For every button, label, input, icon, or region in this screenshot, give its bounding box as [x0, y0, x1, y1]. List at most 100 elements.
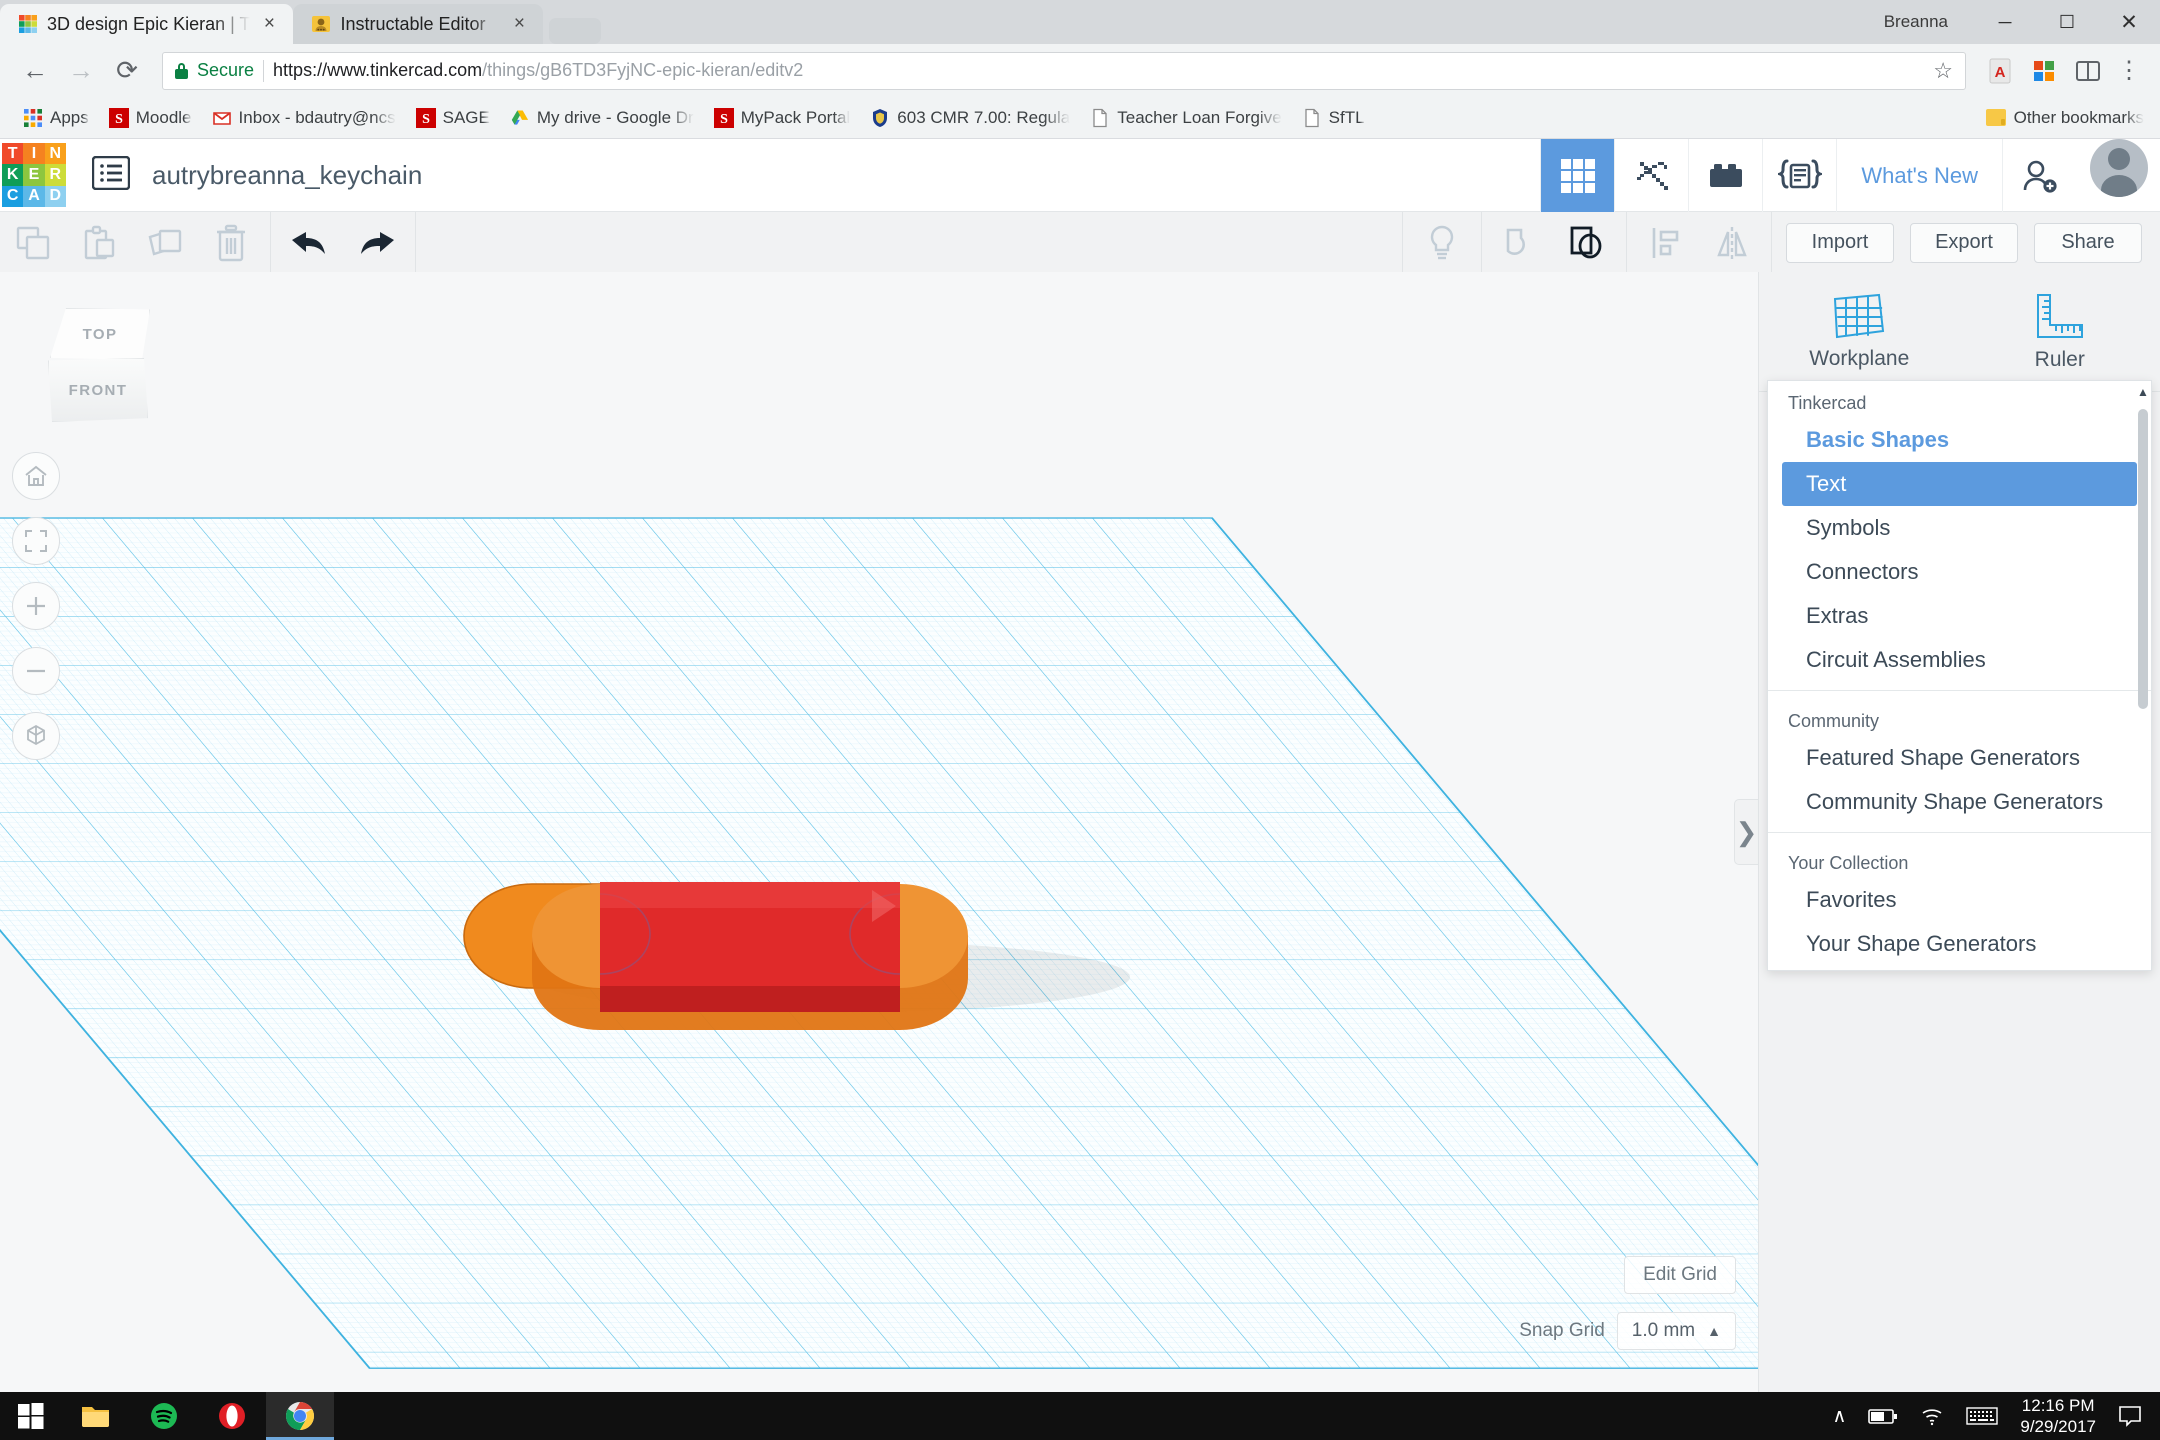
- redo-icon[interactable]: [352, 219, 400, 267]
- panel-tools: Workplane Ruler: [1759, 272, 2160, 392]
- adobe-acrobat-extension-icon[interactable]: A: [1980, 51, 2020, 91]
- bookmark-mypack-portal[interactable]: S MyPack Portal: [705, 104, 860, 132]
- import-button[interactable]: Import: [1786, 223, 1894, 263]
- snap-grid-value[interactable]: 1.0 mm ▲: [1617, 1312, 1736, 1350]
- logo-letter: K: [2, 164, 23, 185]
- window-minimize-button[interactable]: ─: [1974, 0, 2036, 44]
- bookmark-teacher-loan-forgiveness[interactable]: Teacher Loan Forgive: [1081, 104, 1290, 132]
- grid-blocks-icon[interactable]: [1540, 139, 1614, 212]
- edit-grid-button[interactable]: Edit Grid: [1624, 1256, 1736, 1294]
- ungroup-icon[interactable]: [1563, 219, 1611, 267]
- office-extension-icon[interactable]: [2024, 51, 2064, 91]
- dropdown-item-community-shape-generators[interactable]: Community Shape Generators: [1768, 780, 2151, 824]
- back-icon[interactable]: ←: [14, 50, 56, 92]
- collapse-panel-handle[interactable]: ❯: [1734, 799, 1758, 865]
- dropdown-item-basic-shapes[interactable]: Basic Shapes: [1768, 418, 2151, 462]
- copy-icon[interactable]: [9, 219, 57, 267]
- dropdown-item-your-shape-generators[interactable]: Your Shape Generators: [1768, 922, 2151, 966]
- window-close-button[interactable]: ✕: [2098, 0, 2160, 44]
- zoom-in-icon[interactable]: [12, 582, 60, 630]
- home-view-icon[interactable]: [12, 452, 60, 500]
- new-tab-button[interactable]: [549, 18, 601, 44]
- export-button[interactable]: Export: [1910, 223, 2018, 263]
- dropdown-item-text[interactable]: Text: [1782, 462, 2137, 506]
- dropdown-item-featured-shape-generators[interactable]: Featured Shape Generators: [1768, 736, 2151, 780]
- design-viewport[interactable]: TOP FRONT Edit Grid Snap Grid 1.0 mm ▲ ❯: [0, 272, 1758, 1392]
- dropdown-item-extras[interactable]: Extras: [1768, 594, 2151, 638]
- browser-tab-1[interactable]: Instructable Editor ×: [293, 4, 543, 44]
- keyboard-icon[interactable]: [1966, 1406, 1998, 1426]
- bookmark-inbox[interactable]: Inbox - bdautry@ncs: [203, 104, 405, 132]
- workplane-tool[interactable]: Workplane: [1759, 272, 1960, 391]
- duplicate-icon[interactable]: [141, 219, 189, 267]
- chrome-profile-name[interactable]: Breanna: [1884, 12, 1948, 32]
- dropdown-item-symbols[interactable]: Symbols: [1768, 506, 2151, 550]
- taskbar-clock[interactable]: 12:16 PM 9/29/2017: [2020, 1395, 2096, 1438]
- bookmark-apps[interactable]: Apps: [14, 104, 98, 132]
- address-bar[interactable]: Secure https://www.tinkercad.com/things/…: [162, 52, 1966, 90]
- chrome-menu-icon[interactable]: ⋮: [2112, 56, 2146, 85]
- codeblocks-icon[interactable]: [1762, 139, 1836, 212]
- ortho-perspective-icon[interactable]: [12, 712, 60, 760]
- fit-to-view-icon[interactable]: [12, 517, 60, 565]
- undo-icon[interactable]: [286, 219, 334, 267]
- chrome-icon[interactable]: [266, 1392, 334, 1440]
- opera-icon[interactable]: [198, 1392, 266, 1440]
- other-bookmarks-label: Other bookmarks: [2014, 108, 2144, 128]
- view-cube-front[interactable]: FRONT: [48, 358, 148, 422]
- notification-icon[interactable]: [2118, 1405, 2142, 1427]
- align-icon[interactable]: [1642, 219, 1690, 267]
- bookmark-moodle[interactable]: S Moodle: [100, 104, 201, 132]
- delete-icon[interactable]: [207, 219, 255, 267]
- pickaxe-icon[interactable]: [1614, 139, 1688, 212]
- tab-close-icon[interactable]: ×: [259, 13, 279, 35]
- add-user-icon[interactable]: [2002, 139, 2076, 212]
- ncsu-icon: S: [714, 108, 734, 128]
- view-cube-top[interactable]: TOP: [50, 308, 150, 360]
- shape-category-dropdown[interactable]: Tinkercad Basic Shapes Text Symbols Conn…: [1767, 380, 2152, 971]
- spotify-icon[interactable]: [130, 1392, 198, 1440]
- zoom-out-icon[interactable]: [12, 647, 60, 695]
- mirror-icon[interactable]: [1708, 219, 1756, 267]
- tab-close-icon[interactable]: ×: [509, 13, 529, 35]
- scrollbar-thumb[interactable]: [2138, 409, 2148, 709]
- file-explorer-icon[interactable]: [62, 1392, 130, 1440]
- window-maximize-button[interactable]: ☐: [2036, 0, 2098, 44]
- bookmark-603-cmr[interactable]: 603 CMR 7.00: Regula: [861, 104, 1079, 132]
- bookmark-sftl[interactable]: SfTL: [1293, 104, 1374, 132]
- bookmark-sage[interactable]: S SAGE: [407, 104, 499, 132]
- page-title[interactable]: autrybreanna_keychain: [152, 160, 422, 191]
- whats-new-link[interactable]: What's New: [1836, 139, 2002, 212]
- dropdown-item-circuit-assemblies[interactable]: Circuit Assemblies: [1768, 638, 2151, 682]
- dropdown-scrollbar[interactable]: ▲: [2137, 385, 2149, 966]
- avatar[interactable]: [2090, 139, 2148, 197]
- share-button[interactable]: Share: [2034, 223, 2142, 263]
- forward-icon[interactable]: →: [60, 50, 102, 92]
- tinkercad-logo[interactable]: T I N K E R C A D: [2, 143, 66, 207]
- paste-icon[interactable]: [75, 219, 123, 267]
- view-cube-front-label: FRONT: [69, 382, 128, 399]
- scroll-up-arrow-icon[interactable]: ▲: [2137, 385, 2149, 399]
- bookmark-star-icon[interactable]: ☆: [1933, 58, 1953, 84]
- brick-icon[interactable]: [1688, 139, 1762, 212]
- dropdown-item-favorites[interactable]: Favorites: [1768, 878, 2151, 922]
- list-menu-icon[interactable]: [92, 156, 130, 195]
- group-icon[interactable]: [1497, 219, 1545, 267]
- show-hidden-icons[interactable]: ∧: [1832, 1405, 1846, 1428]
- battery-icon[interactable]: [1868, 1408, 1898, 1425]
- reload-icon[interactable]: ⟳: [106, 50, 148, 92]
- windows-start-icon[interactable]: [0, 1392, 62, 1440]
- browser-tab-0[interactable]: 3D design Epic Kieran | T ×: [0, 4, 293, 44]
- browser-tab-strip: 3D design Epic Kieran | T × Instructable…: [0, 0, 2160, 44]
- ncsu-icon: S: [416, 108, 436, 128]
- light-bulb-icon[interactable]: [1418, 219, 1466, 267]
- other-bookmarks-button[interactable]: Other bookmarks: [1986, 108, 2144, 128]
- ruler-tool[interactable]: Ruler: [1960, 272, 2160, 391]
- browser-toolbar: ← → ⟳ Secure https://www.tinkercad.com/t…: [0, 44, 2160, 97]
- dropdown-item-connectors[interactable]: Connectors: [1768, 550, 2151, 594]
- bookmark-my-drive[interactable]: My drive - Google Dr: [501, 104, 703, 132]
- reading-list-extension-icon[interactable]: [2068, 51, 2108, 91]
- url-path: /things/gB6TD3FyjNC-epic-kieran/editv2: [482, 60, 803, 80]
- wifi-icon[interactable]: [1920, 1406, 1944, 1426]
- view-cube[interactable]: TOP FRONT: [40, 308, 160, 426]
